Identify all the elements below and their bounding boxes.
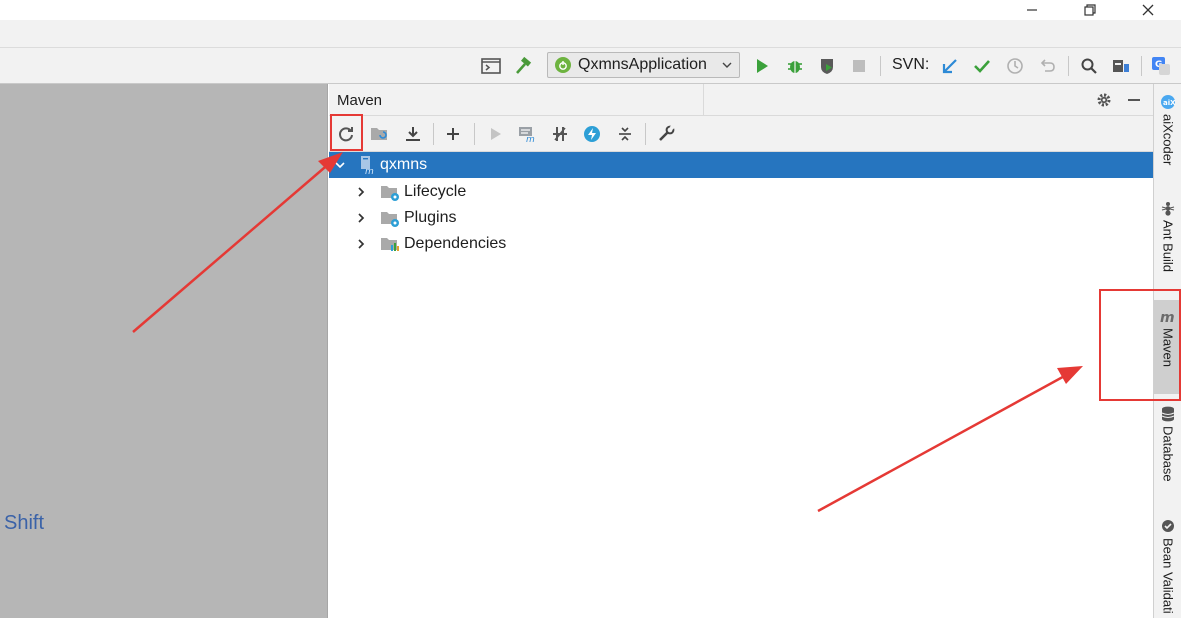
annotation-box-maven-tab [1099,289,1181,401]
tree-node-dependencies[interactable]: Dependencies [329,231,1153,257]
bean-validation-icon [1160,518,1176,534]
ide-window: QxmnsApplication SVN: G Shift Maven m m … [0,0,1181,618]
maven-module-icon: m [358,155,378,177]
generate-sources-icon[interactable] [367,121,393,147]
toolbar-separator [433,123,434,145]
run-configuration-label: QxmnsApplication [578,56,707,73]
chevron-down-icon[interactable] [333,158,347,172]
toggle-offline-mode-icon[interactable] [547,121,573,147]
run-with-coverage-icon[interactable] [815,54,839,78]
download-sources-icon[interactable] [400,121,426,147]
hide-panel-icon[interactable] [1123,90,1145,110]
toolbar-separator [1068,56,1069,76]
lifecycle-folder-icon [380,182,400,202]
debug-icon[interactable] [783,54,807,78]
editor-hint-text: Shift [4,512,45,534]
svg-text:m: m [365,167,374,175]
stripe-tab-database[interactable]: Database [1154,404,1181,504]
plugins-folder-icon [380,208,400,228]
tree-node-qxmns[interactable]: m qxmns [329,152,1153,178]
stripe-tab-bean-validation[interactable]: Bean Validati [1154,516,1181,618]
chevron-right-icon[interactable] [354,211,368,225]
run-configuration-select[interactable]: QxmnsApplication [547,52,740,78]
stripe-tab-ant-build[interactable]: Ant Build [1154,198,1181,288]
dependencies-folder-icon [380,234,400,254]
project-structure-icon[interactable] [1109,54,1133,78]
editor-area: Shift [0,84,328,618]
tree-node-label: Dependencies [404,235,507,252]
stripe-tab-aixcoder[interactable]: aiX aiXcoder [1154,92,1181,184]
svg-text:m: m [526,135,535,143]
execute-maven-goal-icon[interactable]: m [515,121,541,147]
toolbar-separator [1141,56,1142,76]
aixcoder-icon: aiX [1160,94,1176,110]
stripe-tab-label: Bean Validati [1160,538,1176,614]
stop-icon[interactable] [847,54,871,78]
collapse-all-icon[interactable] [612,121,638,147]
run-maven-build-icon[interactable] [482,121,508,147]
toolbar-separator [645,123,646,145]
svn-update-icon[interactable] [938,54,962,78]
stripe-tab-label: aiXcoder [1160,114,1176,166]
build-hammer-icon[interactable] [511,54,535,78]
database-icon [1161,406,1175,422]
skip-tests-icon[interactable] [579,121,605,147]
chevron-right-icon[interactable] [354,185,368,199]
stripe-tab-label: Database [1160,426,1176,482]
gear-icon[interactable] [1093,90,1115,110]
main-toolbar: QxmnsApplication SVN: G [0,48,1181,84]
spring-boot-icon [554,56,572,74]
maven-settings-wrench-icon[interactable] [653,121,679,147]
tree-node-label: qxmns [380,156,428,173]
history-icon[interactable] [1003,54,1027,78]
add-project-icon[interactable] [440,121,466,147]
maven-toolbar: m [329,116,1153,152]
translate-plugin-icon[interactable]: G [1149,54,1173,78]
tree-node-lifecycle[interactable]: Lifecycle [329,179,1153,205]
svn-label: SVN: [892,56,930,73]
tree-node-plugins[interactable]: Plugins [329,205,1153,231]
toolbar-separator [474,123,475,145]
stripe-tab-label: Ant Build [1160,220,1176,273]
maven-project-tree: m qxmns Lifecycle Plugins Dependencies [329,152,1153,618]
terminal-window-icon[interactable] [479,54,503,78]
svg-text:aiX: aiX [1163,99,1176,107]
search-icon[interactable] [1077,54,1101,78]
toolbar-separator [880,56,881,76]
chevron-right-icon[interactable] [354,237,368,251]
maven-panel-header: Maven [329,84,1153,116]
tree-node-label: Lifecycle [404,183,467,200]
menu-bar [0,20,1181,48]
svn-commit-icon[interactable] [970,54,994,78]
chevron-down-icon [721,60,733,70]
maven-tool-window: Maven m m qxmns Lifecycle Plugins Depend… [329,84,1153,618]
header-divider [703,84,704,116]
title-bar [0,0,1181,20]
maven-panel-title: Maven [337,92,383,109]
close-icon[interactable] [1128,0,1168,20]
ant-icon [1160,200,1176,216]
annotation-box-reload [330,114,363,151]
minimize-icon[interactable] [1012,0,1052,20]
tree-node-label: Plugins [404,209,457,226]
restore-icon[interactable] [1070,0,1110,20]
revert-icon[interactable] [1035,54,1059,78]
run-icon[interactable] [750,54,774,78]
